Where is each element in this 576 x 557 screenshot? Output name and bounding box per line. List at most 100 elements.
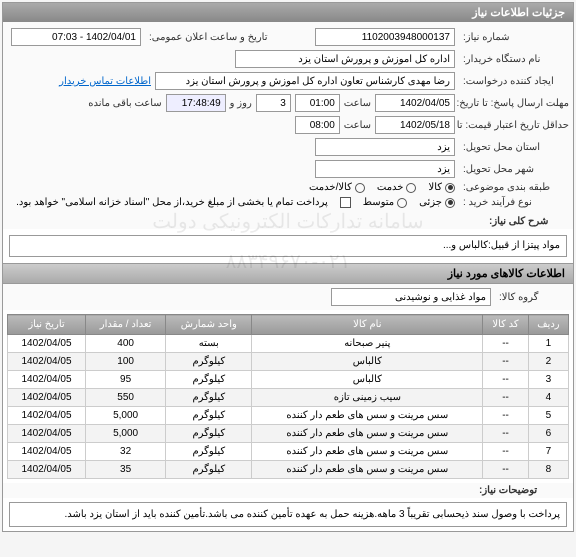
items-table: ردیفکد کالانام کالاواحد شمارشتعداد / مقد… [7,314,569,479]
time-label-1: ساعت [344,98,371,109]
purchase-type-label: نوع فرآیند خرید : [459,197,569,208]
table-cell: کیلوگرم [166,425,252,443]
table-cell: پنیر صبحانه [252,335,483,353]
valid-date: 1402/05/18 [375,116,455,134]
table-cell: 1402/04/05 [8,371,86,389]
table-header: تاریخ نیاز [8,315,86,335]
pub-date-value: 1402/04/01 - 07:03 [11,28,141,46]
table-header: تعداد / مقدار [86,315,166,335]
table-cell: 550 [86,389,166,407]
table-cell: -- [483,407,529,425]
category-radio-group: کالا خدمت کالا/خدمت [309,182,455,193]
table-cell: -- [483,353,529,371]
days-left: 3 [256,94,291,112]
table-cell: 1402/04/05 [8,425,86,443]
table-cell: 7 [528,443,568,461]
time-label-2: ساعت [344,120,371,131]
table-cell: کیلوگرم [166,371,252,389]
requester-value: رضا مهدی کارشناس تعاون اداره کل اموزش و … [155,72,455,90]
table-cell: 32 [86,443,166,461]
remaining-label: ساعت باقی مانده [88,98,161,109]
details-panel: جزئیات اطلاعات نیاز شماره نیاز: 11020039… [2,2,574,532]
radio-dot-icon [355,183,365,193]
table-row[interactable]: 3--کالباسکیلوگرم951402/04/05 [8,371,569,389]
table-header: نام کالا [252,315,483,335]
radio-small[interactable]: جزئی [419,197,455,208]
table-cell: 3 [528,371,568,389]
radio-service[interactable]: خدمت [377,182,417,193]
table-cell: 5 [528,407,568,425]
reply-deadline-time: 01:00 [295,94,340,112]
table-cell: 1402/04/05 [8,461,86,479]
table-cell: سس مرینت و سس های طعم دار کننده [252,407,483,425]
table-cell: سس مرینت و سس های طعم دار کننده [252,443,483,461]
table-cell: کیلوگرم [166,407,252,425]
category-label: طبقه بندی موضوعی: [459,182,569,193]
table-cell: کیلوگرم [166,461,252,479]
buyer-label: نام دستگاه خریدار: [459,54,569,65]
table-row[interactable]: 2--کالباسکیلوگرم1001402/04/05 [8,353,569,371]
table-cell: 35 [86,461,166,479]
table-row[interactable]: 8--سس مرینت و سس های طعم دار کنندهکیلوگر… [8,461,569,479]
radio-dot-icon [445,198,455,208]
table-cell: 1 [528,335,568,353]
radio-medium[interactable]: متوسط [363,197,407,208]
buyer-value: اداره کل اموزش و پرورش استان یزد [235,50,455,68]
treasury-checkbox[interactable] [340,197,351,208]
group-label: گروه کالا: [495,292,565,303]
table-cell: 1402/04/05 [8,353,86,371]
table-cell: کالباس [252,353,483,371]
city-value: یزد [315,160,455,178]
table-row[interactable]: 5--سس مرینت و سس های طعم دار کنندهکیلوگر… [8,407,569,425]
contact-link[interactable]: اطلاعات تماس خریدار [59,76,151,87]
desc-box: مواد پیتزا از قبیل:کالباس و... [9,235,567,257]
table-cell: 95 [86,371,166,389]
table-cell: 8 [528,461,568,479]
table-header: واحد شمارش [166,315,252,335]
table-cell: 1402/04/05 [8,443,86,461]
table-cell: 5,000 [86,425,166,443]
note-title: توضیحات نیاز: [475,485,565,496]
table-cell: 400 [86,335,166,353]
reply-deadline-label: مهلت ارسال پاسخ: تا تاریخ: [459,98,569,109]
valid-time: 08:00 [295,116,340,134]
form-area: شماره نیاز: 1102003948000137 تاریخ و ساع… [3,22,573,214]
table-cell: سیب زمینی تازه [252,389,483,407]
province-label: استان محل تحویل: [459,142,569,153]
req-no-value: 1102003948000137 [315,28,455,46]
group-value: مواد غذایی و نوشیدنی [331,288,491,306]
radio-dot-icon [397,198,407,208]
table-cell: بسته [166,335,252,353]
radio-both[interactable]: کالا/خدمت [309,182,365,193]
table-cell: -- [483,335,529,353]
table-cell: -- [483,425,529,443]
table-header: کد کالا [483,315,529,335]
table-row[interactable]: 1--پنیر صبحانهبسته4001402/04/05 [8,335,569,353]
radio-dot-icon [406,183,416,193]
table-header: ردیف [528,315,568,335]
reply-deadline-date: 1402/04/05 [375,94,455,112]
table-cell: -- [483,371,529,389]
day-label: روز و [230,98,252,109]
desc-title: شرح کلی نیاز: [485,216,565,227]
table-cell: کالباس [252,371,483,389]
table-cell: 1402/04/05 [8,407,86,425]
purchase-note: پرداخت تمام یا بخشی از مبلغ خرید،از محل … [16,197,328,208]
table-cell: -- [483,389,529,407]
table-row[interactable]: 7--سس مرینت و سس های طعم دار کنندهکیلوگر… [8,443,569,461]
table-cell: 4 [528,389,568,407]
table-row[interactable]: 4--سیب زمینی تازهکیلوگرم5501402/04/05 [8,389,569,407]
table-cell: کیلوگرم [166,389,252,407]
table-cell: سس مرینت و سس های طعم دار کننده [252,461,483,479]
table-cell: 1402/04/05 [8,389,86,407]
purchase-type-group: جزئی متوسط پرداخت تمام یا بخشی از مبلغ خ… [16,197,455,208]
table-cell: کیلوگرم [166,443,252,461]
table-cell: -- [483,461,529,479]
table-cell: 2 [528,353,568,371]
table-row[interactable]: 6--سس مرینت و سس های طعم دار کنندهکیلوگر… [8,425,569,443]
table-cell: کیلوگرم [166,353,252,371]
table-cell: 1402/04/05 [8,335,86,353]
city-label: شهر محل تحویل: [459,164,569,175]
province-value: یزد [315,138,455,156]
radio-goods[interactable]: کالا [428,182,455,193]
